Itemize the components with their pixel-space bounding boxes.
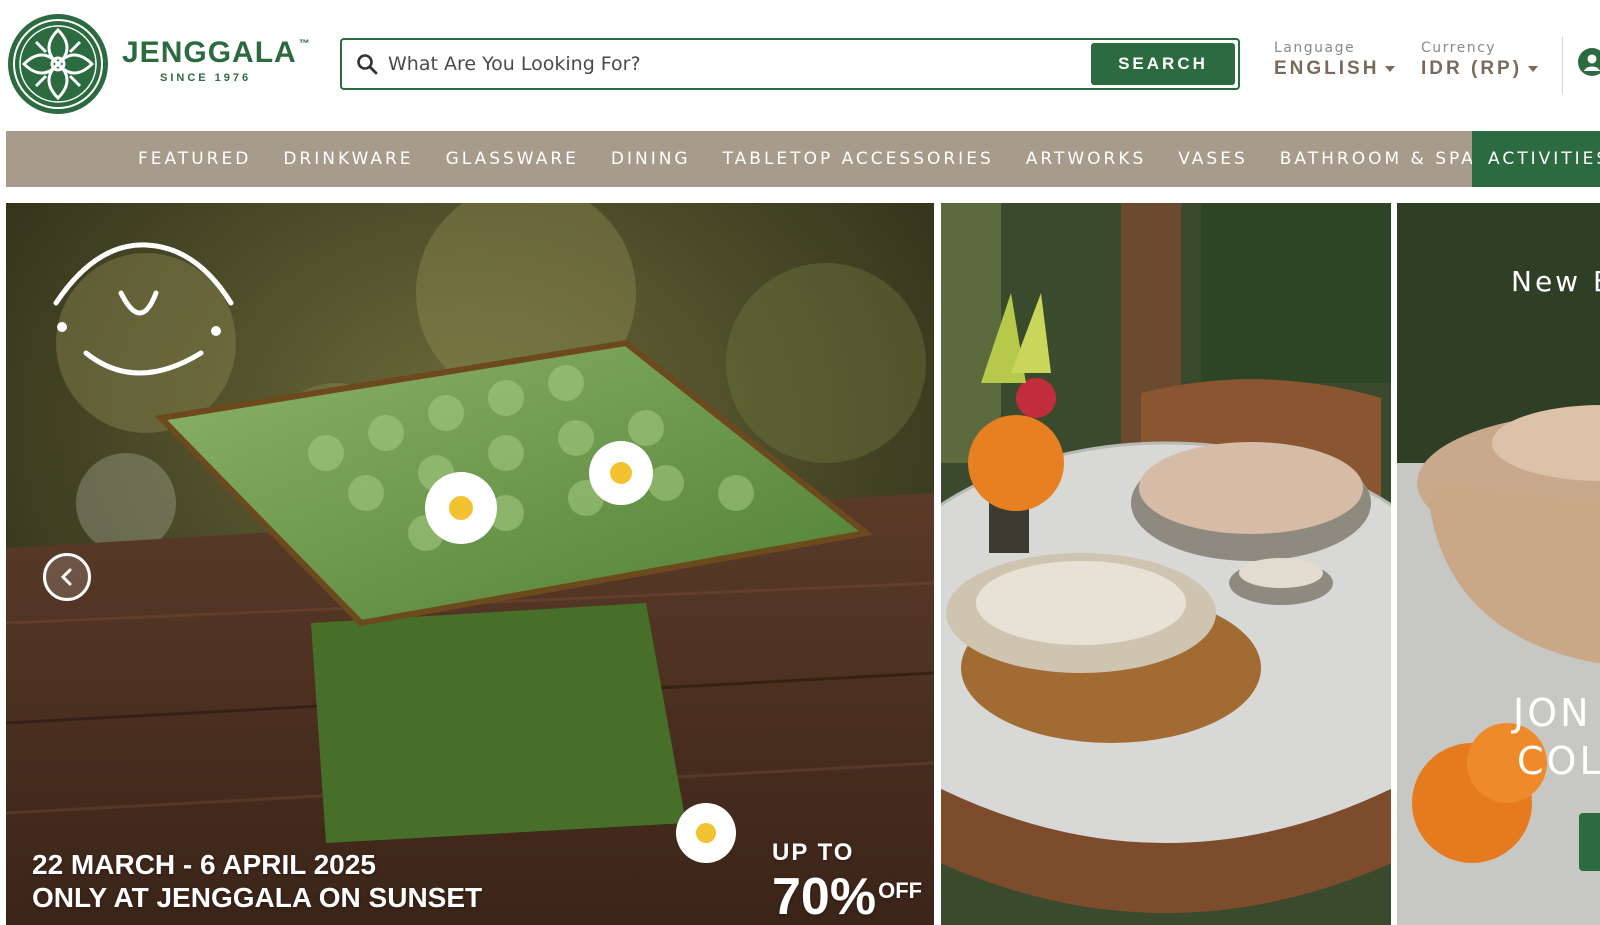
- hero-slide-dining-table[interactable]: [941, 203, 1391, 925]
- hero-image-dinnerware: [941, 203, 1391, 925]
- discount-upto: UP TO: [772, 839, 855, 866]
- main-nav: FEATURED DRINKWARE GLASSWARE DINING TABL…: [6, 131, 1600, 187]
- nav-item-vases[interactable]: VASES: [1178, 149, 1248, 169]
- nav-item-glassware[interactable]: GLASSWARE: [446, 149, 579, 169]
- caret-down-icon: [1528, 66, 1539, 72]
- collection-title: JON COL: [1513, 691, 1600, 783]
- brand-name: JENGGALA ™: [122, 36, 311, 69]
- currency-selector[interactable]: Currency IDR (RP): [1421, 40, 1539, 80]
- nav-item-tabletop-accessories[interactable]: TABLETOP ACCESSORIES: [723, 149, 994, 169]
- nav-item-activities[interactable]: ACTIVITIES: [1472, 131, 1600, 187]
- sale-date-line: 22 MARCH - 6 APRIL 2025: [32, 849, 376, 880]
- nav-item-bathroom-spa[interactable]: BATHROOM & SPA: [1280, 149, 1476, 169]
- hero-slide-new-collection[interactable]: New B JON COL: [1397, 203, 1600, 925]
- lebaran-sale-logo: [53, 242, 234, 376]
- carousel-prev-button[interactable]: [43, 553, 91, 601]
- caret-down-icon: [1385, 66, 1396, 72]
- jenggala-logo-icon[interactable]: [6, 12, 110, 116]
- search-button[interactable]: SEARCH: [1091, 43, 1235, 85]
- account-icon[interactable]: [1578, 48, 1600, 76]
- sale-location-line: ONLY AT JENGGALA ON SUNSET: [32, 882, 483, 913]
- collection-cta-button[interactable]: [1579, 813, 1600, 871]
- chevron-left-icon: [60, 568, 72, 586]
- language-label: Language: [1274, 40, 1356, 56]
- search-icon: [357, 54, 378, 75]
- header-divider: [1562, 36, 1563, 94]
- search-bar: SEARCH: [340, 38, 1240, 90]
- search-input[interactable]: [388, 40, 1068, 88]
- brand-since: SINCE 1976: [160, 72, 252, 84]
- nav-item-drinkware[interactable]: DRINKWARE: [283, 149, 413, 169]
- collection-kicker: New B: [1511, 265, 1600, 298]
- discount-amount: 70% OFF: [772, 868, 923, 925]
- nav-item-dining[interactable]: DINING: [611, 149, 691, 169]
- currency-label: Currency: [1421, 40, 1497, 56]
- nav-item-artworks[interactable]: ARTWORKS: [1026, 149, 1147, 169]
- site-header: JENGGALA™ SINCE 1976 SEARCH Language ENG…: [0, 0, 1600, 128]
- language-selector[interactable]: Language ENGLISH: [1274, 40, 1396, 80]
- language-value[interactable]: ENGLISH: [1274, 58, 1396, 80]
- brand-wordmark[interactable]: JENGGALA ™ SINCE 1976: [122, 36, 311, 84]
- sale-dates: 22 MARCH - 6 APRIL 2025 ONLY AT JENGGALA…: [32, 848, 482, 914]
- hero-image-casserole: [1397, 203, 1600, 925]
- currency-value[interactable]: IDR (RP): [1421, 58, 1539, 80]
- discount-badge: UP TO 70% OFF: [772, 839, 923, 925]
- nav-item-featured[interactable]: FEATURED: [138, 149, 251, 169]
- hero-slide-lebaran-sale[interactable]: 22 MARCH - 6 APRIL 2025 ONLY AT JENGGALA…: [6, 203, 934, 925]
